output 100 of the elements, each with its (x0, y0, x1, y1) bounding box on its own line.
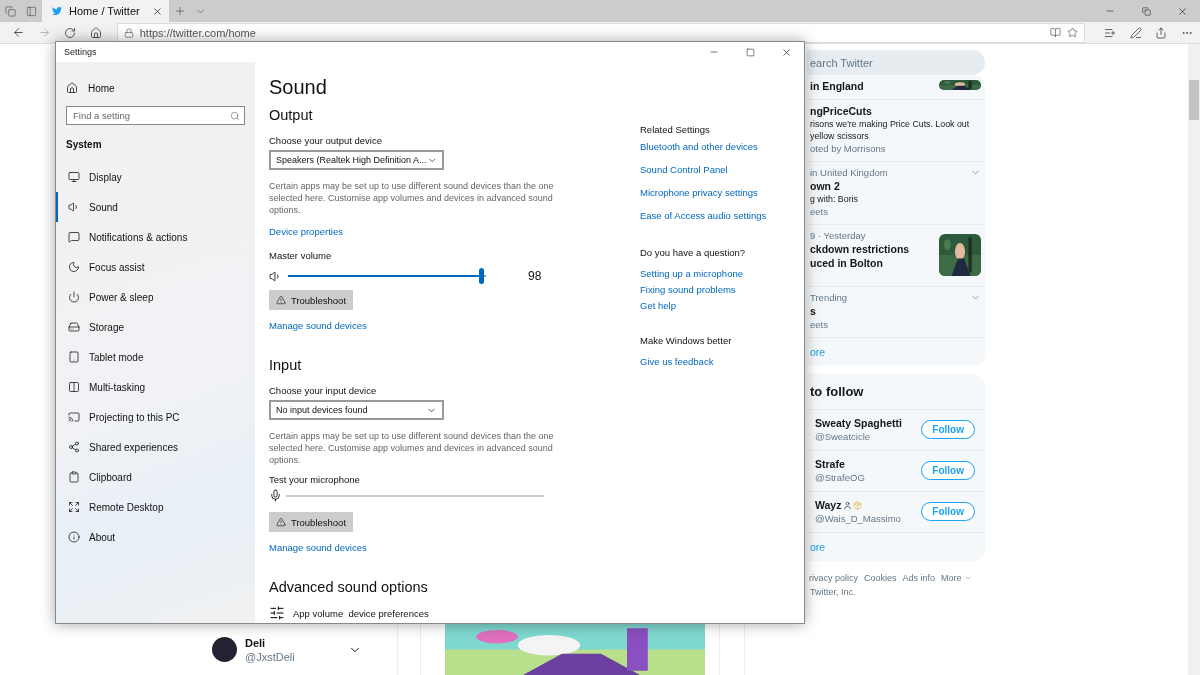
warning-icon (275, 295, 286, 305)
home-icon (66, 82, 78, 94)
message-icon (68, 231, 80, 243)
expand-icon (68, 501, 80, 513)
share-icon (68, 441, 80, 453)
related-link[interactable]: Ease of Access audio settings (640, 210, 767, 221)
trend-item[interactable]: in United Kingdom own 2 g with: Boris eets (807, 162, 985, 225)
output-device-dropdown[interactable]: Speakers (Realtek High Definition A... (269, 150, 444, 170)
close-icon[interactable] (1176, 5, 1188, 17)
copyright: Twitter, Inc. (809, 587, 857, 597)
section-heading: Advanced sound options (269, 579, 429, 595)
drive-icon (68, 321, 80, 333)
share-icon[interactable] (1155, 26, 1168, 39)
address-field[interactable]: https://twitter.com/home (116, 22, 1086, 43)
field-label: Choose your output device (269, 135, 384, 146)
cast-icon (68, 411, 80, 423)
tablet-icon (68, 351, 80, 363)
footer-link[interactable]: rivacy policy (809, 573, 858, 583)
browser-tab[interactable]: Home / Twitter (42, 0, 169, 22)
related-heading: Make Windows better (640, 335, 733, 346)
user-name: Wayz (815, 499, 842, 511)
power-icon (68, 291, 80, 303)
nav-item[interactable]: Display (56, 162, 245, 192)
option-title[interactable]: App volume device preferences (293, 607, 429, 619)
trend-item[interactable]: in England (807, 75, 985, 100)
related-link[interactable]: Bluetooth and other devices (640, 141, 767, 152)
nav-item[interactable]: About (56, 522, 245, 552)
microphone-icon (269, 489, 282, 502)
related-link[interactable]: Get help (640, 300, 767, 311)
set-aside-icon (26, 5, 37, 17)
user-handle: @StrafeOG (815, 472, 866, 483)
nav-item[interactable]: Clipboard (56, 462, 245, 492)
refresh-icon[interactable] (64, 26, 77, 39)
tabs-icon (5, 5, 16, 17)
nav-item[interactable]: Notifications & actions (56, 222, 245, 252)
footer-link[interactable]: More (941, 573, 972, 583)
home-link[interactable]: Home (56, 82, 245, 94)
slider-thumb[interactable] (479, 268, 485, 284)
section-heading: Output (269, 107, 314, 123)
trend-item[interactable]: ngPriceCuts risons we're making Price Cuts. Look out yellow scissors oted by Morrisons (807, 100, 985, 162)
section-heading: System (65, 139, 103, 150)
related-heading: Related Settings (640, 124, 711, 135)
nav-item[interactable]: Remote Desktop (56, 492, 245, 522)
follow-card: to follow Sweaty Spaghetti @Sweatcicle Follow Strafe @StrafeOG Follow Wayz @Wais_D_Massimo Follow ore (807, 374, 985, 561)
footer-link[interactable]: Ads info (902, 573, 936, 583)
back-icon[interactable] (12, 26, 26, 39)
troubleshoot-button[interactable]: Troubleshoot (269, 290, 353, 310)
star-icon[interactable] (1067, 27, 1079, 38)
field-label: Test your microphone (269, 474, 361, 485)
related-heading: Do you have a question? (640, 247, 747, 258)
input-device-dropdown[interactable]: No input devices found (269, 400, 444, 420)
nav-item[interactable]: Tablet mode (56, 342, 245, 372)
nav-item[interactable]: Projecting to this PC (56, 402, 245, 432)
related-link[interactable]: Sound Control Panel (640, 164, 767, 175)
nav-item[interactable]: Sound (56, 192, 245, 222)
user-name: Strafe (815, 458, 845, 470)
home-icon[interactable] (89, 26, 102, 39)
nav-item[interactable]: Shared experiences (56, 432, 245, 462)
related-link[interactable]: Microphone privacy settings (640, 187, 767, 198)
search-field[interactable]: earch Twitter (807, 50, 985, 75)
window-title: Settings (63, 47, 98, 57)
close-icon[interactable] (152, 5, 163, 17)
manage-devices-link[interactable]: Manage sound devices (269, 542, 640, 553)
info-text: Certain apps may be set up to use different sound devices than the one selected here. Customise app volumes and devices in advanced sound options. (269, 180, 554, 216)
nav-item[interactable]: Multi-tasking (56, 372, 245, 402)
trend-item[interactable]: 9 · Yesterday ckdown restrictions uced in Bolton (807, 225, 985, 287)
favorites-icon[interactable] (1104, 26, 1117, 39)
sliders-icon (269, 605, 285, 621)
footer-link[interactable]: Cookies (864, 573, 897, 583)
nav-item[interactable]: Storage (56, 312, 245, 342)
scrollbar[interactable] (1188, 44, 1200, 675)
warning-icon (275, 517, 286, 527)
troubleshoot-button[interactable]: Troubleshoot (269, 512, 353, 532)
related-link[interactable]: Fixing sound problems (640, 284, 767, 295)
related-link[interactable]: Setting up a microphone (640, 268, 767, 279)
pen-icon[interactable] (1129, 26, 1142, 39)
columns-icon (68, 381, 80, 393)
moon-icon (68, 261, 80, 273)
speaker-icon (68, 201, 80, 213)
search-icon (230, 110, 240, 121)
avatar[interactable] (212, 637, 237, 662)
manage-devices-link[interactable]: Manage sound devices (269, 320, 640, 331)
related-link[interactable]: Give us feedback (640, 356, 767, 367)
volume-slider[interactable] (286, 268, 488, 284)
clipboard-icon (68, 471, 80, 483)
reading-view-icon[interactable] (1050, 27, 1062, 38)
nav-item[interactable]: Focus assist (56, 252, 245, 282)
monitor-icon (68, 171, 80, 183)
maximize-icon[interactable] (745, 47, 755, 57)
field-label: Master volume (269, 250, 333, 261)
bird-icon (52, 6, 62, 16)
search-field[interactable]: Find a setting (66, 106, 245, 125)
section-heading: Input (269, 357, 303, 373)
nav-item[interactable]: Power & sleep (56, 282, 245, 312)
close-icon[interactable] (780, 46, 792, 58)
box-icon (853, 500, 863, 510)
trend-item[interactable]: Trending s eets (807, 287, 985, 338)
device-properties-link[interactable]: Device properties (269, 226, 640, 237)
user-handle: @Wais_D_Massimo (815, 513, 902, 524)
lock-icon (123, 27, 134, 38)
